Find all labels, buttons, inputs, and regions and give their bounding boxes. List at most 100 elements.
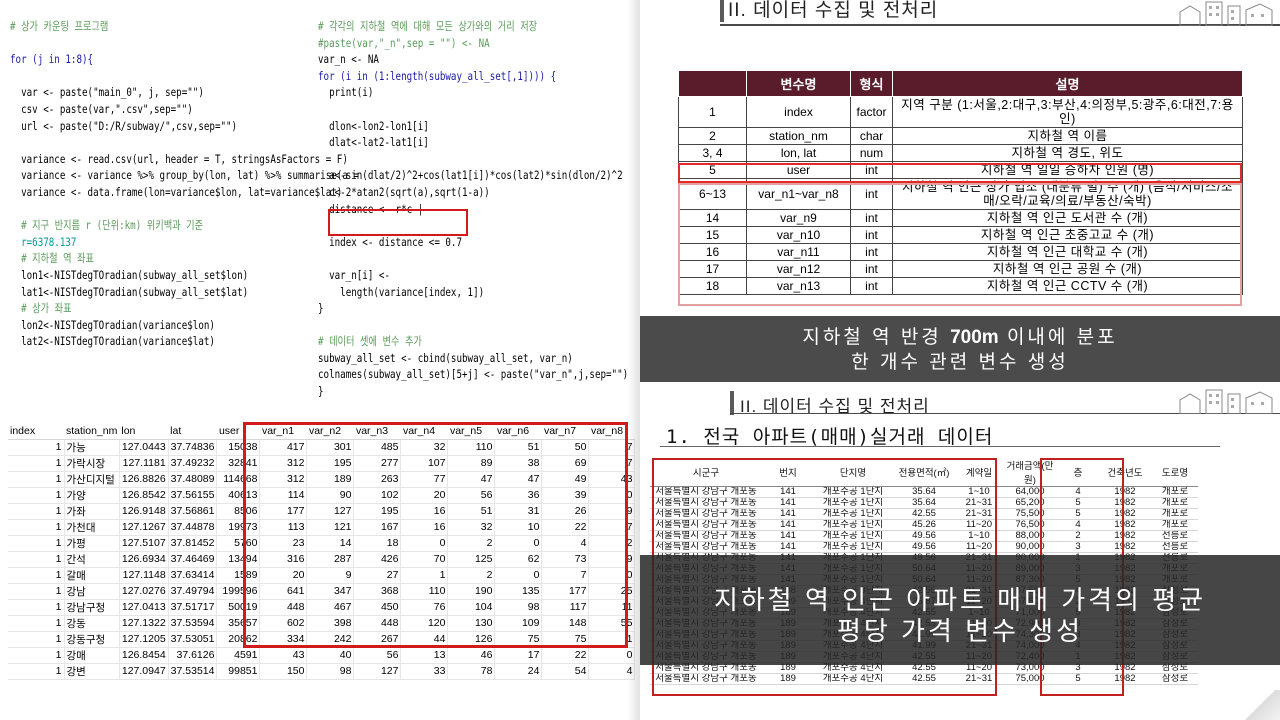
slide-apartment-data: II. 데이터 수집 및 전처리 1. 전국 아파트(매매)실거래 데이터 시군… — [640, 382, 1280, 720]
table-cell: 54 — [541, 663, 590, 680]
code-line: length(variance[index, 1]) — [318, 284, 485, 299]
code-line: var_n[i] <- — [318, 267, 391, 282]
slide-subtitle: 1. 전국 아파트(매매)실거래 데이터 — [666, 426, 994, 448]
column-header[interactable]: station_nm — [64, 424, 120, 440]
table-cell: 1 — [8, 647, 65, 664]
column-header[interactable]: lon — [119, 424, 169, 440]
code-line: variance <- data.frame(lon=variance$lon,… — [10, 184, 343, 199]
table-cell: 37.49794 — [168, 583, 218, 600]
table-cell: 1 — [8, 599, 65, 616]
table-cell: 127.1181 — [119, 455, 169, 472]
page-divider-shadow — [628, 0, 640, 720]
code-line: lat2<-NISTdegTOradian(variance$lat) — [10, 334, 215, 349]
table-cell: 126.9148 — [119, 503, 169, 520]
table-cell: 1 — [8, 583, 65, 600]
col-header-desc: 설명 — [892, 70, 1243, 97]
table-cell: 1 — [8, 551, 65, 568]
column-header[interactable]: lat — [168, 424, 217, 440]
table-cell: 127.0947 — [119, 663, 169, 680]
banner-line-1: 지하철 역 반경 700m 이내에 분포 — [640, 325, 1280, 350]
banner-line-2: 평당 가격 변수 생성 — [836, 616, 1084, 646]
table-cell: 37.48089 — [168, 471, 218, 488]
table-cell: 37.53594 — [168, 615, 218, 632]
code-line: # 데이터 셋에 변수 추가 — [318, 334, 422, 349]
table-cell: 1 — [8, 615, 65, 632]
table-cell: 37.81452 — [168, 535, 218, 552]
slide-variable-definition: II. 데이터 수집 및 전처리 변수명 형식 설명 1 index factor 지… — [640, 0, 1280, 382]
variable-row: 2 station_nm char 지하철 역 이름 — [678, 127, 1243, 145]
table-cell: 가산디지털 — [64, 471, 120, 488]
code-line: # 각각의 지하철 역에 대해 모든 상가와의 거리 저장 — [318, 19, 538, 33]
banner-text-bold: 700m — [950, 327, 999, 348]
code-line: var <- paste("main_0", j, sep="") — [10, 85, 204, 100]
code-line: url <- paste("D:/R/subway/",csv,sep="") — [10, 118, 238, 133]
banner-price-variable: 지하철 역 인근 아파트 매매 가격의 평균 평당 가격 변수 생성 — [640, 555, 1280, 665]
table-cell: 강동구청 — [64, 631, 120, 648]
code-line: lon2<-NISTdegTOradian(variance$lon) — [10, 317, 215, 332]
code-line: # 지하철 역 좌표 — [10, 251, 95, 266]
table-cell: 개포로 — [1152, 486, 1198, 498]
code-line: # 상가 카운팅 프로그램 — [10, 19, 109, 33]
table-cell: 127.1148 — [119, 567, 169, 584]
table-cell: 127.1322 — [119, 615, 169, 632]
code-line: for (i in (1:length(subway_all_set[,1]))… — [318, 68, 557, 83]
table-row: 1강매126.845437.61264591434056134617220 — [8, 647, 636, 664]
table-cell: 56 — [353, 647, 402, 664]
table-cell: 24 — [494, 663, 543, 680]
banner-line-2: 한 개수 관련 변수 생성 — [851, 352, 1069, 373]
count-vars-highlight — [678, 183, 1242, 306]
table-cell: 126.8454 — [119, 647, 169, 664]
table-cell: 4591 — [216, 647, 261, 664]
table-cell: 126.8826 — [119, 471, 169, 488]
variable-no-cell: 1 — [678, 96, 747, 128]
code-editor[interactable]: # 상가 카운팅 프로그램 for (j in 1:8){ var <- past… — [0, 0, 640, 410]
table-row: 1 강변 127.0947 37.53514 99851 150 98 127 33 78 24 54… — [8, 663, 636, 680]
table-cell: 개포로 — [1152, 497, 1198, 509]
table-cell: 37.53051 — [168, 631, 218, 648]
table-cell: 1 — [8, 487, 65, 504]
code-line: csv <- paste(var,".csv",sep="") — [10, 101, 193, 116]
table-cell: 강변 — [64, 663, 120, 680]
var-columns-highlight — [243, 422, 628, 648]
table-cell: 강남구청 — [64, 599, 120, 616]
variable-name-cell: station_nm — [746, 127, 851, 145]
table-cell: 127.0413 — [119, 599, 169, 616]
banner-radius-variables: 지하철 역 반경 700m 이내에 분포 한 개수 관련 변수 생성 — [640, 316, 1280, 382]
variable-no-cell: 2 — [678, 127, 747, 145]
buildings-icon — [1179, 1, 1273, 26]
code-line: dlat<-lat2-lat1[i] — [318, 135, 429, 150]
section-marker — [720, 0, 724, 22]
table-cell: 78 — [447, 663, 496, 680]
table-cell: 37.56861 — [168, 503, 218, 520]
variable-type-cell: num — [850, 144, 893, 162]
table-cell: 1 — [8, 455, 65, 472]
table-cell: 개포로 — [1152, 508, 1198, 520]
table-cell: 33 — [400, 663, 449, 680]
user-row-highlight — [678, 163, 1242, 183]
distance-threshold-highlight — [328, 209, 468, 236]
table-cell: 1 — [8, 631, 65, 648]
table-cell: 1 — [8, 663, 65, 680]
col-header-type: 형식 — [850, 70, 893, 97]
table-cell: 37.53514 — [168, 663, 218, 680]
variable-row: 1 index factor 지역 구분 (1:서울,2:대구,3:부산,4:의정부,… — [678, 96, 1243, 128]
table-cell: 127.0443 — [119, 439, 169, 456]
section-marker — [730, 391, 734, 415]
code-line: # 지구 반지름 r (단위:km) 위키백과 기준 — [10, 218, 204, 233]
table-cell: 가능 — [64, 439, 120, 456]
code-line: } — [318, 384, 324, 399]
code-line: #paste(var,"_n",sep = "") <- NA — [318, 35, 490, 50]
code-line: print(i) — [318, 85, 374, 100]
table-cell: 127 — [353, 663, 402, 680]
code-line: r=6378.137 — [10, 234, 77, 249]
column-header[interactable]: index — [8, 424, 64, 440]
table-cell: 강매 — [64, 647, 120, 664]
code-line: variance <- read.csv(url, header = T, st… — [10, 151, 348, 166]
code-line: lat1<-NISTdegTOradian(subway_all_set$lat… — [10, 284, 249, 299]
variable-desc-cell: 지하철 역 경도, 위도 — [892, 144, 1243, 162]
variable-no-cell: 3, 4 — [678, 144, 747, 162]
code-line: index <- distance <= 0.7 — [318, 234, 463, 249]
